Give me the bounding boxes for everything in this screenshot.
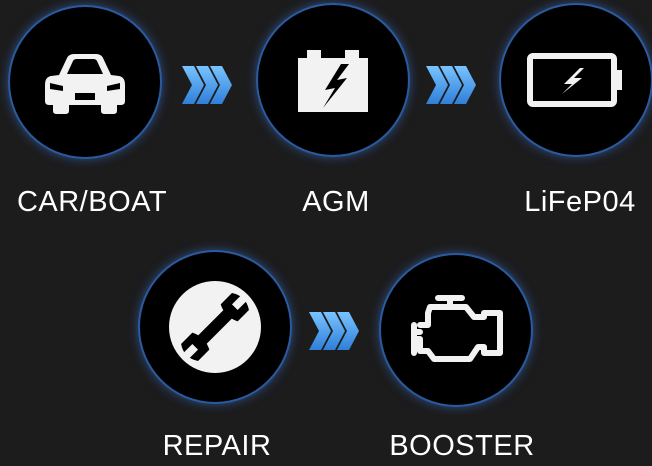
lithium-battery-icon [527,53,622,107]
mode-lifepo4[interactable] [501,5,651,155]
mode-repair[interactable] [140,252,290,402]
mode-car-boat[interactable] [10,7,160,157]
engine-icon [411,295,503,362]
mode-label-booster: BOOSTER [389,430,535,462]
mode-booster[interactable] [381,255,531,405]
agm-battery-icon [298,50,368,112]
mode-label-car-boat: CAR/BOAT [16,186,168,218]
chevron-arrow-icon [182,66,232,104]
wrench-icon [169,281,261,373]
chevron-arrow-icon [309,312,359,350]
mode-agm[interactable] [258,5,408,155]
chevron-arrow-icon [426,66,476,104]
mode-label-lifepo4: LiFeP04 [524,186,636,218]
charging-mode-diagram: CAR/BOAT AGM LiFeP04 REPAIR BOOSTER [0,0,652,466]
mode-label-repair: REPAIR [162,430,272,462]
mode-label-agm: AGM [302,186,370,218]
car-icon [45,54,125,114]
